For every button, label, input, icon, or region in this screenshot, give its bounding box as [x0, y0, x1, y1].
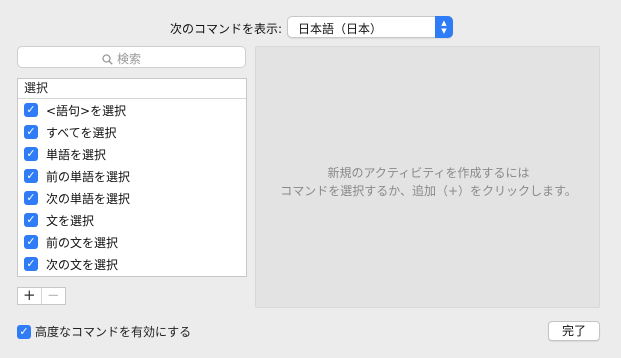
list-item-label: 前の単語を選択 — [46, 169, 131, 184]
checkbox-checked-icon[interactable]: ✓ — [24, 125, 38, 139]
command-list[interactable]: 選択 ✓ <語句>を選択 ✓ すべてを選択 ✓ 単語を選択 ✓ 前の単語を選択 … — [17, 78, 247, 277]
language-select[interactable]: 日本語（日本） ▲ ▼ — [287, 16, 453, 38]
list-item[interactable]: ✓ 次の単語を選択 — [18, 187, 246, 209]
list-item-label: すべてを選択 — [46, 125, 117, 140]
list-item[interactable]: ✓ 単語を選択 — [18, 143, 246, 165]
list-item-label: <語句>を選択 — [46, 103, 127, 118]
empty-state-message: 新規のアクティビティを作成するには コマンドを選択するか、追加（+）をクリックし… — [256, 164, 601, 200]
list-item[interactable]: ✓ <語句>を選択 — [18, 99, 246, 121]
detail-pane: 新規のアクティビティを作成するには コマンドを選択するか、追加（+）をクリックし… — [255, 46, 600, 308]
search-placeholder-wrap: 検索 — [102, 50, 141, 67]
list-item-label: 次の文を選択 — [46, 257, 119, 272]
command-filter-bar: 次のコマンドを表示: 日本語（日本） ▲ ▼ — [0, 14, 621, 40]
empty-state-line-1: 新規のアクティビティを作成するには — [327, 166, 530, 180]
checkbox-checked-icon[interactable]: ✓ — [24, 103, 38, 117]
language-select-value: 日本語（日本） — [298, 22, 383, 36]
search-icon — [102, 54, 113, 65]
checkbox-checked-icon[interactable]: ✓ — [24, 147, 38, 161]
list-item[interactable]: ✓ 前の単語を選択 — [18, 165, 246, 187]
list-header: 選択 — [18, 79, 246, 99]
remove-button[interactable]: − — [42, 288, 65, 304]
advanced-commands-toggle[interactable]: ✓ 高度なコマンドを有効にする — [17, 323, 191, 340]
checkbox-checked-icon[interactable]: ✓ — [24, 191, 38, 205]
done-button[interactable]: 完了 — [548, 321, 600, 341]
search-placeholder: 検索 — [117, 52, 142, 66]
add-button[interactable]: + — [18, 288, 42, 304]
empty-state-line-2: コマンドを選択するか、追加（+）をクリックします。 — [280, 184, 577, 198]
checkbox-checked-icon[interactable]: ✓ — [24, 213, 38, 227]
checkbox-checked-icon[interactable]: ✓ — [24, 169, 38, 183]
up-down-arrows-icon: ▲ ▼ — [435, 16, 453, 38]
list-item[interactable]: ✓ 文を選択 — [18, 209, 246, 231]
checkbox-checked-icon[interactable]: ✓ — [24, 257, 38, 271]
list-item-label: 次の単語を選択 — [46, 191, 131, 206]
add-remove-control: + − — [17, 287, 66, 305]
advanced-commands-label: 高度なコマンドを有効にする — [35, 325, 192, 339]
checkbox-checked-icon[interactable]: ✓ — [24, 235, 38, 249]
list-item[interactable]: ✓ すべてを選択 — [18, 121, 246, 143]
list-item-label: 単語を選択 — [46, 147, 107, 162]
list-item-label: 前の文を選択 — [46, 235, 119, 250]
list-item[interactable]: ✓ 前の文を選択 — [18, 231, 246, 253]
list-item[interactable]: ✓ 次の文を選択 — [18, 253, 246, 275]
search-field[interactable]: 検索 — [17, 46, 246, 68]
list-item-label: 文を選択 — [46, 213, 95, 228]
show-commands-label: 次のコマンドを表示: — [170, 22, 283, 36]
checkbox-checked-icon[interactable]: ✓ — [17, 324, 31, 339]
